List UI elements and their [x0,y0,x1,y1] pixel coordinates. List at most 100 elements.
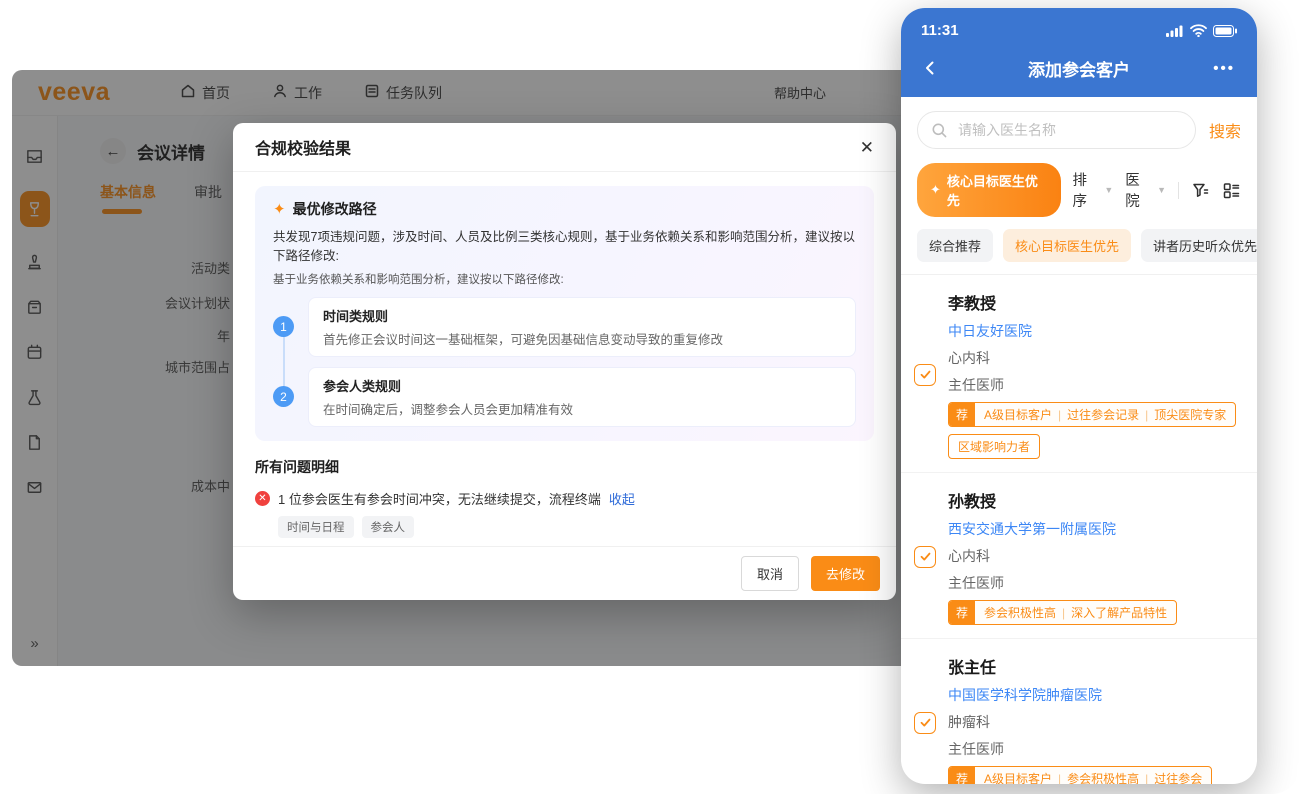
recommend-tag-text: A级目标客户 [984,770,1052,784]
step-title: 时间类规则 [323,306,841,325]
recommend-tag-text: 过往参会 [1154,770,1202,784]
doctor-info: 李教授中日友好医院心内科主任医师荐 A级目标客户 | 过往参会记录 | 顶尖医院专家区域影… [948,290,1241,459]
doctor-info: 孙教授西安交通大学第一附属医院心内科主任医师荐参会积极性高|深入了解产品特性 [948,488,1241,625]
doctor-name: 李教授 [948,290,1241,314]
more-menu-icon[interactable]: ••• [1213,60,1235,77]
issue-tag: 时间与日程 [278,516,354,538]
path-sub-summary: 基于业务依赖关系和影响范围分析，建议按以下路径修改: [273,271,856,287]
phone-overlay: 11:31 添加参会客户 ••• 搜索 ✦ 核心 [901,8,1257,784]
doctor-rec-tags: 荐参会积极性高|深入了解产品特性 [948,600,1241,625]
tag-separator-icon: | [1058,772,1061,785]
checkbox-checked[interactable] [914,546,936,568]
doctor-list-item[interactable]: 张主任中国医学科学院肿瘤医院肿瘤科主任医师荐A级目标客户|参会积极性高|过往参会 [901,639,1257,784]
step-number-badge: 2 [273,386,294,407]
path-summary: 共发现7项违规问题，涉及时间、人员及比例三类核心规则，基于业务依赖关系和影响范围… [273,228,856,266]
chevron-down-icon: ▼ [1104,185,1113,195]
step-title: 参会人类规则 [323,376,841,395]
screenshot-canvas: veeva 首页工作任务队列 帮助中心 » ← 会议详情 基本信息审批 活动类会… [0,0,1300,794]
recommend-tag: 荐A级目标客户|参会积极性高|过往参会 [948,766,1212,784]
doctor-extra-tags: 区域影响力者 [948,434,1241,459]
cancel-button[interactable]: 取消 [741,556,799,591]
doctor-name: 孙教授 [948,488,1241,512]
doctor-rec-tags: 荐 A级目标客户 | 过往参会记录 | 顶尖医院专家 [948,402,1241,427]
recommend-badge: 荐 [949,767,975,784]
layout-toggle-icon[interactable] [1222,181,1241,200]
primary-filter-pill[interactable]: ✦ 核心目标医生优先 [917,163,1061,217]
doctor-department: 肿瘤科 [948,712,1241,732]
recommend-segments: A级目标客户 | 过往参会记录 | 顶尖医院专家 [975,403,1235,426]
doctor-rec-tags: 荐A级目标客户|参会积极性高|过往参会 [948,766,1241,784]
issues-title: 所有问题明细 [255,457,874,477]
doctor-department: 心内科 [948,348,1241,368]
doctor-info: 张主任中国医学科学院肿瘤医院肿瘤科主任医师荐A级目标客户|参会积极性高|过往参会 [948,654,1241,784]
recommend-tag-text: 过往参会记录 [1067,406,1139,423]
hospital-dropdown[interactable]: 医院 ▼ [1125,169,1166,211]
status-icons [1166,24,1237,37]
extra-tag: 区域影响力者 [948,434,1040,459]
recommend-tag: 荐参会积极性高|深入了解产品特性 [948,600,1177,625]
recommend-segments: A级目标客户|参会积极性高|过往参会 [975,767,1211,784]
wifi-icon [1190,24,1207,37]
optimal-path-panel: ✦ 最优修改路径 共发现7项违规问题，涉及时间、人员及比例三类核心规则，基于业务… [255,186,874,441]
doctor-title: 主任医师 [948,739,1241,759]
sparkle-icon: ✦ [273,200,286,218]
issue-text: 1 位参会医生有参会时间冲突，无法继续提交，流程终端 [278,489,601,508]
status-time: 11:31 [921,22,959,39]
step-description: 在时间确定后，调整参会人员会更加精准有效 [323,399,841,418]
doctor-hospital-link[interactable]: 西安交通大学第一附属医院 [948,519,1241,539]
checkbox-checked[interactable] [914,712,936,734]
doctor-hospital-link[interactable]: 中日友好医院 [948,321,1241,341]
recommend-tag: 荐 A级目标客户 | 过往参会记录 | 顶尖医院专家 [948,402,1236,427]
recommend-badge: 荐 [949,403,975,426]
issue-item: ✕1 位参会医生有参会时间冲突，无法继续提交，流程终端收起时间与日程参会人• 王… [255,489,874,547]
recommend-tag-text: A级目标客户 [984,406,1052,423]
compliance-result-modal: 合规校验结果 ✕ ✦ 最优修改路径 共发现7项违规问题，涉及时间、人员及比例三类… [233,123,896,600]
filter-funnel-icon[interactable] [1191,181,1210,200]
sort-chips: 综合推荐核心目标医生优先讲者历史听众优先 [901,225,1257,274]
doctor-hospital-link[interactable]: 中国医学科学院肿瘤医院 [948,685,1241,705]
primary-filter-label: 核心目标医生优先 [947,171,1048,209]
close-icon[interactable]: ✕ [860,139,874,156]
recommend-tag-text: 参会积极性高 [984,604,1056,621]
modal-title: 合规校验结果 [255,135,351,159]
sort-dropdown[interactable]: 排序 ▼ [1073,169,1114,211]
sort-label: 排序 [1073,169,1101,211]
doctor-department: 心内科 [948,546,1241,566]
doctor-title: 主任医师 [948,375,1241,395]
step-card: 参会人类规则在时间确定后，调整参会人员会更加精准有效 [308,367,856,427]
path-steps: 1时间类规则首先修正会议时间这一基础框架，可避免因基础信息变动导致的重复修改2参… [273,297,856,427]
recommend-tag-text: 顶尖医院专家 [1154,406,1226,423]
optimal-path-title: 最优修改路径 [293,199,377,219]
checkbox-checked[interactable] [914,364,936,386]
step-card: 时间类规则首先修正会议时间这一基础框架，可避免因基础信息变动导致的重复修改 [308,297,856,357]
tag-separator-icon: | [1145,408,1148,422]
go-fix-button[interactable]: 去修改 [811,556,880,591]
tag-separator-icon: | [1058,408,1061,422]
doctor-list-item[interactable]: 孙教授西安交通大学第一附属医院心内科主任医师荐参会积极性高|深入了解产品特性 [901,473,1257,639]
search-icon [931,122,948,139]
sort-chip-核心目标医生优先[interactable]: 核心目标医生优先 [1003,229,1131,262]
step-number-badge: 1 [273,316,294,337]
tag-separator-icon: | [1145,772,1148,785]
doctor-list-item[interactable]: 李教授中日友好医院心内科主任医师荐 A级目标客户 | 过往参会记录 | 顶尖医院专家区域影… [901,275,1257,473]
sort-chip-综合推荐[interactable]: 综合推荐 [917,229,993,262]
recommend-tag-text: 深入了解产品特性 [1071,604,1167,621]
issue-tag: 参会人 [362,516,415,538]
sparkle-icon: ✦ [930,182,941,198]
error-icon: ✕ [255,491,270,506]
path-step: 1 时间类规则首先修正会议时间这一基础框架，可避免因基础信息变动导致的重复修改 [273,297,856,357]
battery-icon [1213,25,1237,37]
issue-tags: 时间与日程参会人 [278,516,874,538]
search-button[interactable]: 搜索 [1209,118,1241,142]
issue-toggle-link[interactable]: 收起 [609,489,635,508]
recommend-badge: 荐 [949,601,975,624]
sort-chip-讲者历史听众优先[interactable]: 讲者历史听众优先 [1141,229,1257,262]
search-input[interactable] [956,121,1182,139]
chevron-down-icon: ▼ [1157,185,1166,195]
hospital-label: 医院 [1125,169,1153,211]
issue-row: ✕ 1 位参会医生有参会时间冲突，无法继续提交，流程终端收起 [255,489,874,508]
doctor-title: 主任医师 [948,573,1241,593]
phone-page-title: 添加参会客户 [921,56,1237,81]
recommend-segments: 参会积极性高|深入了解产品特性 [975,601,1176,624]
signal-icon [1166,25,1184,37]
